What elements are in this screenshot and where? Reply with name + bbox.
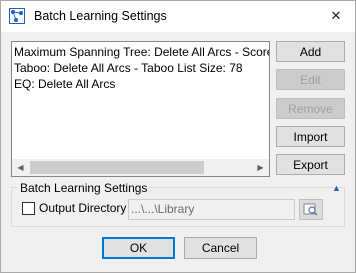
browse-folder-icon — [303, 203, 318, 216]
export-button[interactable]: Export — [276, 154, 345, 175]
scrollbar-thumb[interactable] — [30, 161, 204, 174]
output-directory-checkbox[interactable] — [22, 202, 35, 215]
browse-button[interactable] — [299, 199, 323, 220]
bayesian-network-icon — [9, 8, 25, 24]
output-directory-field: ...\...\Library — [128, 199, 295, 220]
ok-button[interactable]: OK — [102, 237, 175, 259]
scroll-left-icon[interactable]: ◀ — [12, 159, 29, 176]
output-directory-label[interactable]: Output Directory — [39, 201, 126, 215]
list-item[interactable]: Maximum Spanning Tree: Delete All Arcs -… — [14, 44, 269, 60]
remove-button[interactable]: Remove — [276, 98, 345, 119]
list-item[interactable]: Taboo: Delete All Arcs - Taboo List Size… — [14, 60, 243, 76]
close-icon: ✕ — [330, 8, 342, 23]
edit-button[interactable]: Edit — [276, 69, 345, 90]
horizontal-scrollbar[interactable]: ◀ ▶ — [12, 159, 269, 176]
close-button[interactable]: ✕ — [323, 5, 349, 27]
scroll-right-icon[interactable]: ▶ — [252, 159, 269, 176]
title-bar[interactable]: Batch Learning Settings ✕ — [1, 1, 355, 32]
cancel-button[interactable]: Cancel — [184, 237, 257, 259]
algorithm-list[interactable]: Maximum Spanning Tree: Delete All Arcs -… — [11, 41, 270, 177]
group-title: Batch Learning Settings — [18, 181, 150, 195]
import-button[interactable]: Import — [276, 126, 345, 147]
window-title: Batch Learning Settings — [34, 9, 167, 23]
collapse-icon[interactable]: ▲ — [332, 183, 341, 193]
add-button[interactable]: Add — [276, 41, 345, 62]
list-item[interactable]: EQ: Delete All Arcs — [14, 76, 115, 92]
dialog-window: Batch Learning Settings ✕ Maximum Spanni… — [0, 0, 356, 273]
